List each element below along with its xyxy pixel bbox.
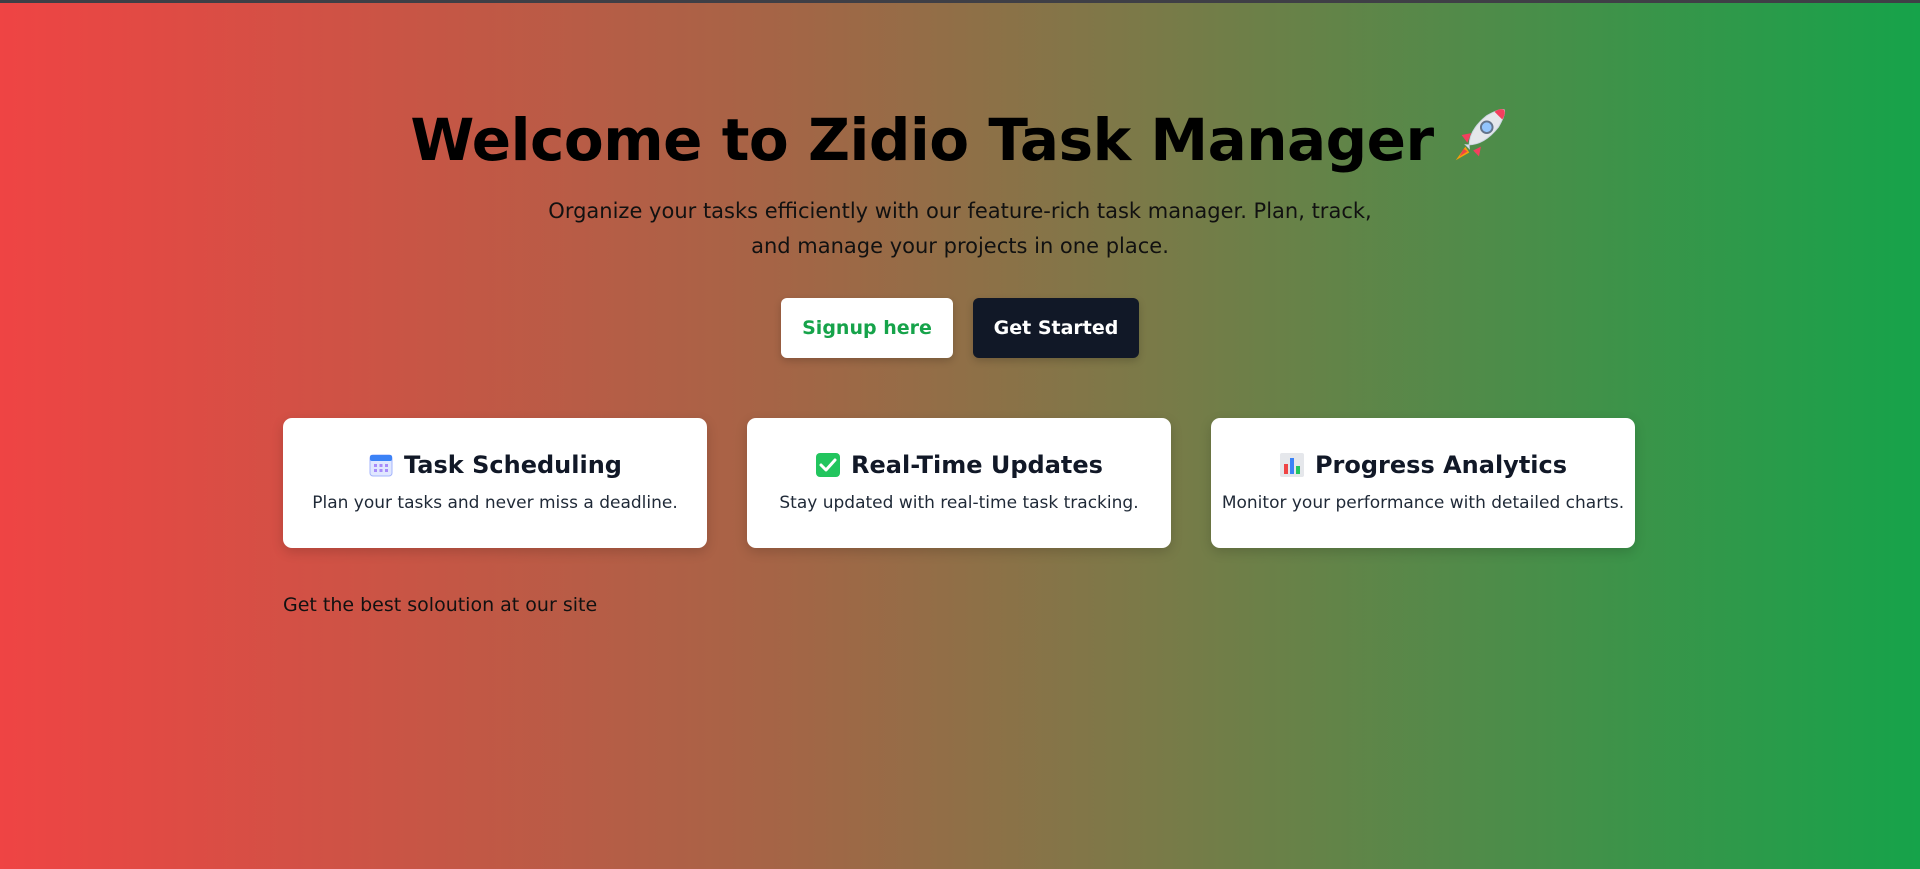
feature-card-title: Real-Time Updates [747,450,1171,480]
feature-title-text: Real-Time Updates [851,451,1103,479]
rocket-icon [1448,104,1510,186]
bar-chart-icon [1279,452,1305,478]
page-title-text: Welcome to Zidio Task Manager [410,106,1434,174]
footer-text: Get the best soloution at our site [283,594,598,616]
page-title: Welcome to Zidio Task Manager [0,100,1920,186]
feature-card-progress-analytics: Progress Analytics Monitor your performa… [1211,418,1635,548]
calendar-icon [368,452,394,478]
feature-description: Plan your tasks and never miss a deadlin… [312,493,678,513]
feature-card-real-time-updates: Real-Time Updates Stay updated with real… [747,418,1171,548]
feature-card-task-scheduling: Task Scheduling Plan your tasks and neve… [283,418,707,548]
get-started-button[interactable]: Get Started [973,298,1139,358]
feature-description: Monitor your performance with detailed c… [1221,493,1625,513]
top-border [0,0,1920,3]
feature-description: Stay updated with real-time task trackin… [779,493,1139,513]
feature-card-title: Progress Analytics [1211,450,1635,480]
signup-button[interactable]: Signup here [781,298,953,358]
feature-card-title: Task Scheduling [283,450,707,480]
hero-subtitle: Organize your tasks efficiently with our… [548,199,1372,258]
feature-title-text: Progress Analytics [1314,451,1568,479]
feature-title-text: Task Scheduling [404,451,622,479]
hero-section: Welcome to Zidio Task Manager Organize y… [0,100,1920,264]
feature-cards: Task Scheduling Plan your tasks and neve… [283,418,1635,548]
cta-buttons: Signup here Get Started [0,298,1920,358]
check-mark-icon [815,452,841,478]
